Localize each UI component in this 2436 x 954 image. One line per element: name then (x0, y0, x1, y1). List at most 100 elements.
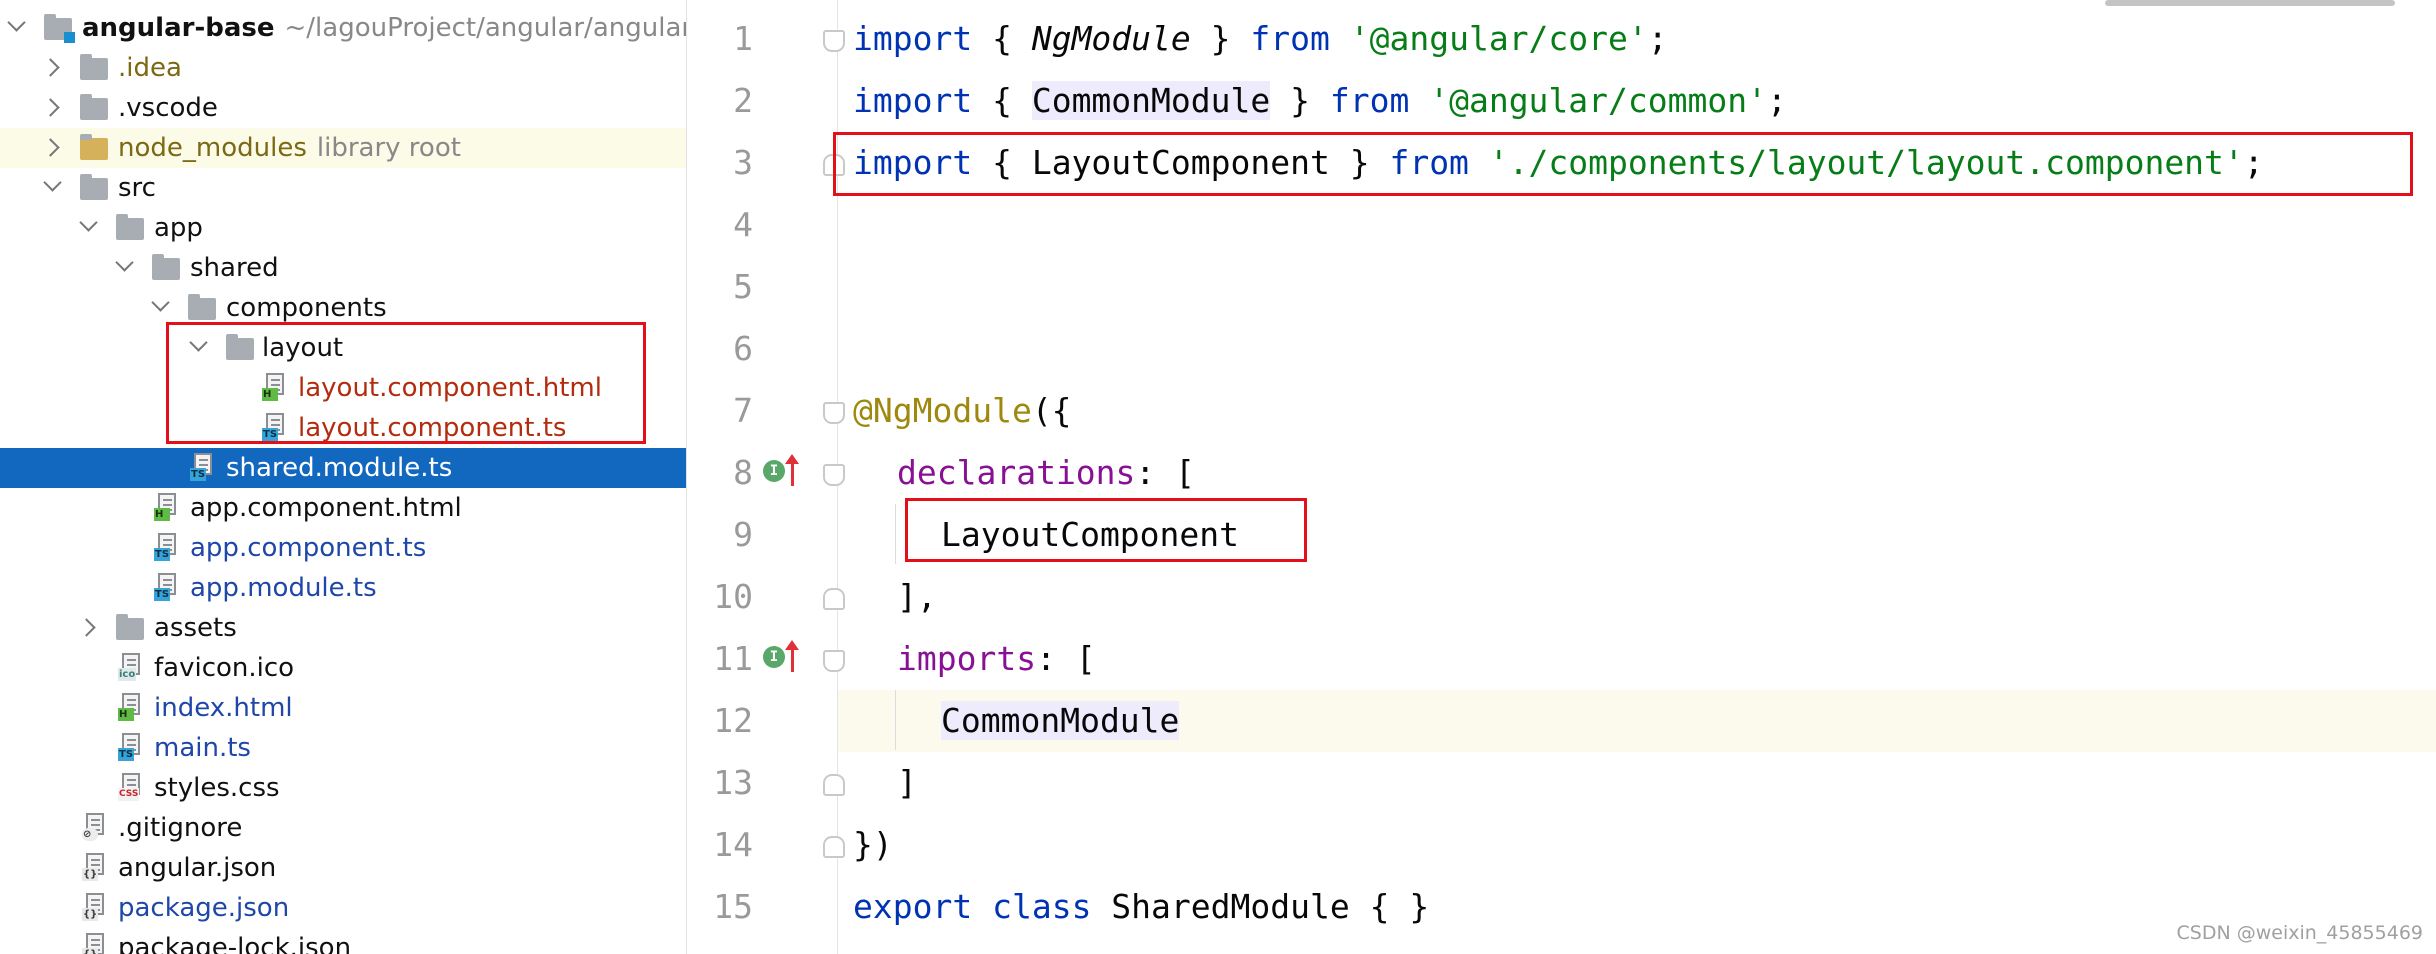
html-file-icon: H (154, 493, 176, 521)
tree-item-gitignore[interactable]: ⊘ .gitignore (0, 808, 686, 848)
tree-item-vscode[interactable]: .vscode (0, 88, 686, 128)
navigate-up-arrow-icon[interactable] (785, 640, 799, 672)
tree-item-label: .gitignore (118, 813, 243, 843)
indent-guide (895, 690, 896, 750)
tree-item-label: app.component.ts (190, 533, 427, 563)
tree-item-app[interactable]: app (0, 208, 686, 248)
tree-item-label: shared.module.ts (226, 453, 453, 483)
tree-item-label: app.module.ts (190, 573, 377, 603)
tree-item-shared-module[interactable]: TS shared.module.ts (0, 448, 686, 488)
ts-file-icon: TS (118, 733, 140, 761)
line-number: 15 (713, 887, 753, 926)
ignore-file-icon: ⊘ (82, 813, 104, 841)
ts-file-icon: TS (190, 453, 212, 481)
chevron-down-icon[interactable] (115, 253, 134, 272)
code-editor[interactable]: 1 2 3 4 5 6 7 8 9 10 11 12 13 14 15 I I … (686, 0, 2436, 954)
tree-item-label: styles.css (154, 773, 280, 803)
html-file-icon: H (118, 693, 140, 721)
fold-toggle-icon[interactable] (823, 30, 845, 52)
implemented-marker-icon[interactable]: I (763, 460, 785, 482)
highlight-box-import-line (833, 132, 2413, 196)
horizontal-scrollbar[interactable] (2105, 0, 2395, 6)
folder-icon (116, 214, 144, 240)
watermark: CSDN @weixin_45855469 (2176, 922, 2424, 944)
tree-item-idea[interactable]: .idea (0, 48, 686, 88)
line-number: 10 (713, 577, 753, 616)
json-file-icon: {} (82, 893, 104, 921)
code-line-12[interactable]: CommonModule (941, 690, 1180, 752)
tree-item-root[interactable]: angular-base ~/lagouProject/angular/angul… (0, 8, 686, 48)
folder-icon (152, 254, 180, 280)
implemented-marker-icon[interactable]: I (763, 646, 785, 668)
tree-item-assets[interactable]: assets (0, 608, 686, 648)
code-line-10[interactable]: ], (897, 566, 937, 628)
line-number: 14 (713, 825, 753, 864)
line-number: 12 (713, 701, 753, 740)
chevron-down-icon[interactable] (7, 13, 26, 32)
tree-item-label: node_modules library root (118, 133, 461, 163)
tree-item-package-json[interactable]: {} package.json (0, 888, 686, 928)
code-line-11[interactable]: imports: [ (897, 628, 1096, 690)
line-number: 13 (713, 763, 753, 802)
code-line-2[interactable]: import { CommonModule } from '@angular/c… (853, 70, 1787, 132)
tree-item-label: assets (154, 613, 237, 643)
css-file-icon: CSS (118, 773, 140, 801)
line-number: 2 (733, 81, 753, 120)
tree-item-app-component-html[interactable]: H app.component.html (0, 488, 686, 528)
folder-icon (80, 94, 108, 120)
tree-item-label: src (118, 173, 156, 203)
code-line-14[interactable]: }) (853, 814, 893, 876)
code-line-7[interactable]: @NgModule({ (853, 380, 1072, 442)
code-line-1[interactable]: import { NgModule } from '@angular/core'… (853, 8, 1668, 70)
chevron-right-icon[interactable] (41, 138, 60, 157)
tree-item-src[interactable]: src (0, 168, 686, 208)
code-line-8[interactable]: declarations: [ (897, 442, 1195, 504)
ts-file-icon: TS (154, 573, 176, 601)
chevron-right-icon[interactable] (41, 58, 60, 77)
chevron-down-icon[interactable] (79, 213, 98, 232)
json-file-icon: {} (82, 933, 104, 954)
fold-toggle-icon[interactable] (823, 836, 845, 858)
project-path-hint: ~/lagouProject/angular/angular- (284, 13, 686, 43)
tree-item-label: package-lock.json (118, 933, 352, 954)
tree-item-label: angular-base ~/lagouProject/angular/angul… (82, 8, 686, 48)
fold-toggle-icon[interactable] (823, 774, 845, 796)
image-file-icon: ico (118, 653, 140, 681)
project-folder-icon (44, 14, 75, 43)
indent-guide (895, 504, 896, 564)
fold-toggle-icon[interactable] (823, 588, 845, 610)
chevron-down-icon[interactable] (151, 293, 170, 312)
chevron-right-icon[interactable] (41, 98, 60, 117)
library-folder-icon (80, 134, 108, 160)
fold-toggle-icon[interactable] (823, 464, 845, 486)
tree-item-label: index.html (154, 693, 293, 723)
code-line-13[interactable]: ] (897, 752, 917, 814)
line-number: 5 (733, 267, 753, 306)
fold-toggle-icon[interactable] (823, 402, 845, 424)
tree-item-label: angular.json (118, 853, 277, 883)
tree-item-main-ts[interactable]: TS main.ts (0, 728, 686, 768)
chevron-down-icon[interactable] (43, 173, 62, 192)
tree-item-app-component-ts[interactable]: TS app.component.ts (0, 528, 686, 568)
tree-item-index-html[interactable]: H index.html (0, 688, 686, 728)
code-line-15[interactable]: export class SharedModule { } (853, 876, 1429, 938)
tree-item-shared[interactable]: shared (0, 248, 686, 288)
folder-icon (188, 294, 216, 320)
tree-item-styles-css[interactable]: CSS styles.css (0, 768, 686, 808)
editor-gutter: 1 2 3 4 5 6 7 8 9 10 11 12 13 14 15 I I (687, 0, 838, 954)
tree-item-favicon[interactable]: ico favicon.ico (0, 648, 686, 688)
navigate-up-arrow-icon[interactable] (785, 454, 799, 486)
fold-toggle-icon[interactable] (823, 650, 845, 672)
tree-item-package-lock-json[interactable]: {} package-lock.json (0, 928, 686, 954)
chevron-right-icon[interactable] (77, 618, 96, 637)
library-root-hint: library root (316, 133, 461, 163)
folder-icon (80, 54, 108, 80)
line-number: 6 (733, 329, 753, 368)
tree-item-node-modules[interactable]: node_modules library root (0, 128, 686, 168)
tree-item-label: app.component.html (190, 493, 462, 523)
tree-item-label: package.json (118, 893, 290, 923)
tree-item-app-module[interactable]: TS app.module.ts (0, 568, 686, 608)
line-number: 11 (713, 639, 753, 678)
tree-item-label: app (154, 213, 203, 243)
tree-item-angular-json[interactable]: {} angular.json (0, 848, 686, 888)
